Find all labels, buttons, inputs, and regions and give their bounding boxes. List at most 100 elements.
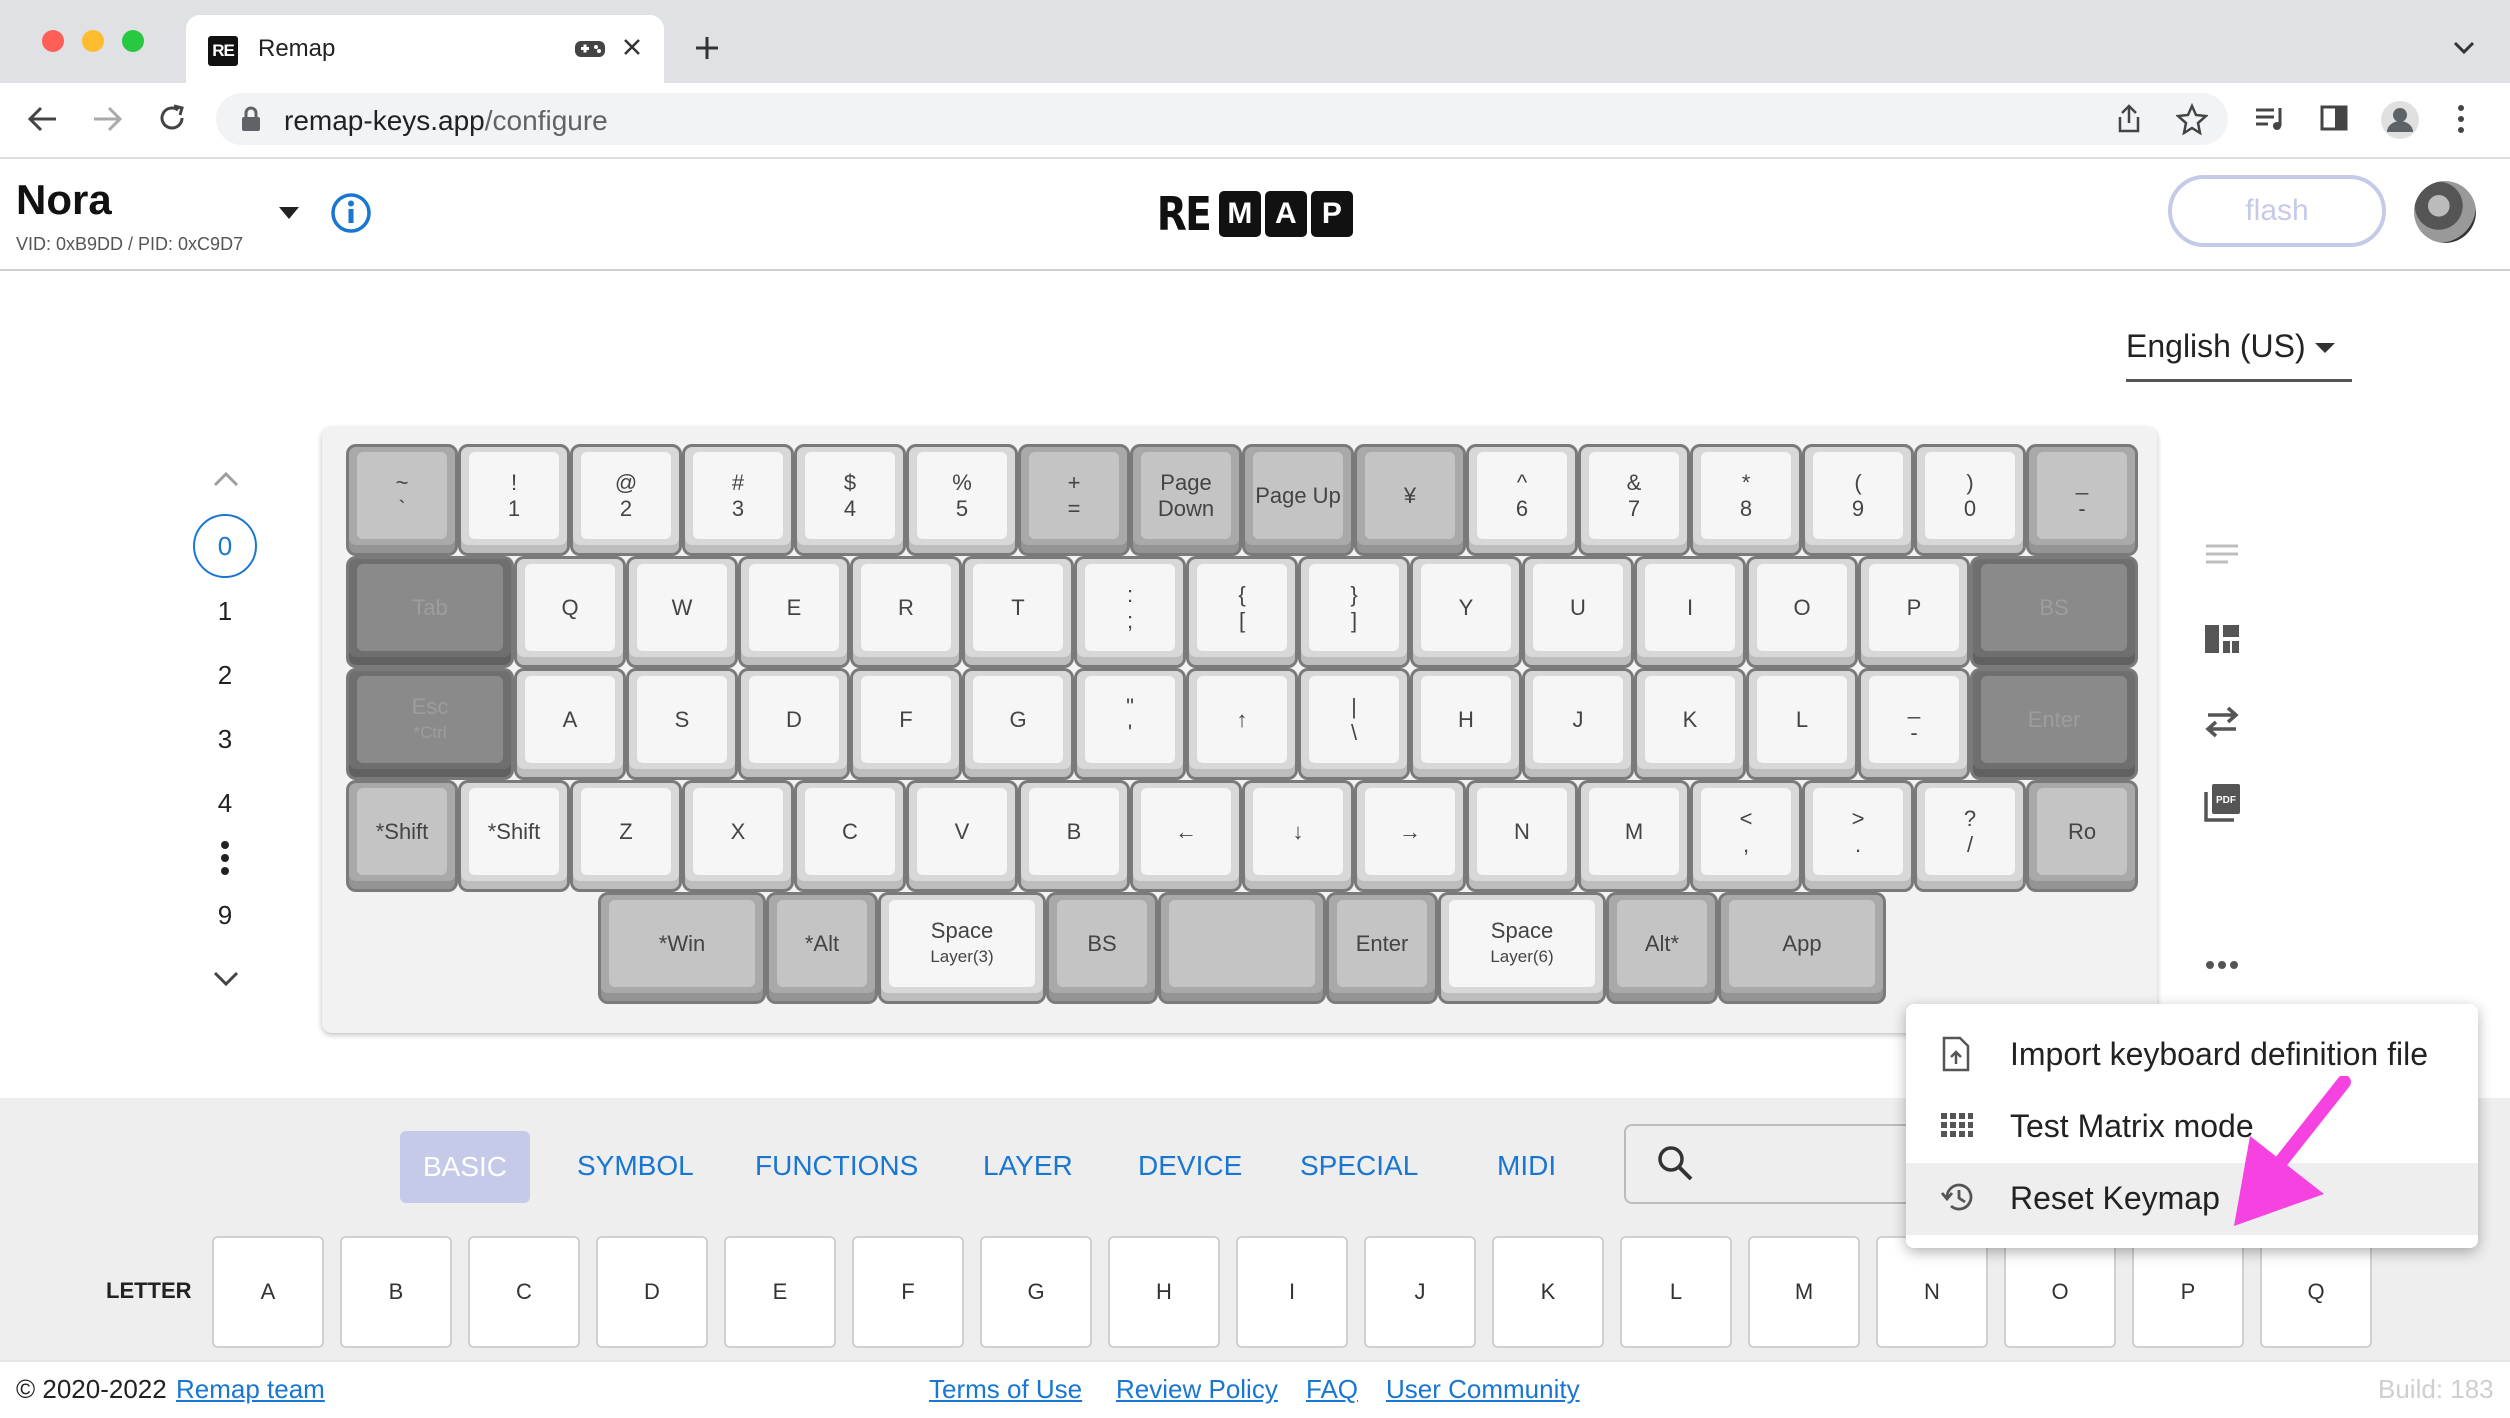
keyboard-key[interactable]: K	[1634, 668, 1746, 780]
keyboard-key[interactable]: * 8	[1690, 444, 1802, 556]
letter-key[interactable]: H	[1108, 1236, 1220, 1348]
keyboard-key[interactable]: H	[1410, 668, 1522, 780]
keyboard-key[interactable]: Y	[1410, 556, 1522, 668]
keyboard-key[interactable]: M	[1578, 780, 1690, 892]
keyboard-key[interactable]: BS	[1046, 892, 1158, 1004]
profile-icon[interactable]	[2380, 100, 2420, 140]
keyboard-key[interactable]: | \	[1298, 668, 1410, 780]
close-tab-icon[interactable]	[622, 37, 642, 57]
keyboard-key[interactable]: *Win	[598, 892, 766, 1004]
maximize-window-button[interactable]	[122, 30, 144, 52]
terms-of-use-link[interactable]: Terms of Use	[929, 1374, 1082, 1405]
keyboard-key[interactable]: #3	[682, 444, 794, 556]
keyboard-key[interactable]: Tab	[346, 556, 514, 668]
keyboard-key[interactable]: Enter	[1970, 668, 2138, 780]
keyboard-key[interactable]: Page Down	[1130, 444, 1242, 556]
keyboard-key[interactable]: →	[1354, 780, 1466, 892]
keyboard-key[interactable]: F	[850, 668, 962, 780]
reload-icon[interactable]	[156, 102, 188, 134]
layout-icon[interactable]	[2202, 622, 2242, 656]
new-tab-icon[interactable]	[694, 35, 720, 61]
keyboard-key[interactable]: BS	[1970, 556, 2138, 668]
keyboard-key[interactable]: W	[626, 556, 738, 668]
keyboard-key[interactable]: Alt*	[1606, 892, 1718, 1004]
layer-more-icon[interactable]	[219, 840, 231, 876]
media-controls-icon[interactable]	[2254, 106, 2286, 132]
back-arrow-icon[interactable]	[26, 104, 58, 134]
tab-midi[interactable]: MIDI	[1497, 1150, 1556, 1182]
keyboard-key[interactable]: <,	[1690, 780, 1802, 892]
letter-key[interactable]: E	[724, 1236, 836, 1348]
letter-key[interactable]: M	[1748, 1236, 1860, 1348]
flash-button[interactable]: flash	[2168, 175, 2386, 247]
layer-item-0[interactable]: 0	[193, 514, 257, 578]
close-window-button[interactable]	[42, 30, 64, 52]
letter-key[interactable]: I	[1236, 1236, 1348, 1348]
keyboard-key[interactable]: A	[514, 668, 626, 780]
info-icon[interactable]	[330, 192, 372, 234]
keyboard-key[interactable]: I	[1634, 556, 1746, 668]
keyboard-key[interactable]: }]	[1298, 556, 1410, 668]
keyboard-key[interactable]: ? /	[1914, 780, 2026, 892]
letter-key[interactable]: Q	[2260, 1236, 2372, 1348]
keyboard-key[interactable]: B	[1018, 780, 1130, 892]
keyboard-key[interactable]: U	[1522, 556, 1634, 668]
letter-key[interactable]: P	[2132, 1236, 2244, 1348]
side-panel-icon[interactable]	[2320, 104, 2348, 132]
menu-item-reset-keymap[interactable]: Reset Keymap	[2010, 1180, 2220, 1217]
forward-arrow-icon[interactable]	[92, 104, 124, 134]
keyboard-key[interactable]: O	[1746, 556, 1858, 668]
keyboard-key[interactable]: _ -	[1858, 668, 1970, 780]
keyboard-key[interactable]: X	[682, 780, 794, 892]
more-icon[interactable]	[2202, 958, 2242, 972]
avatar[interactable]	[2414, 181, 2476, 243]
letter-key[interactable]: A	[212, 1236, 324, 1348]
keyboard-key[interactable]: % 5	[906, 444, 1018, 556]
keyboard-key[interactable]: C	[794, 780, 906, 892]
keyboard-key[interactable]: Ro	[2026, 780, 2138, 892]
keyboard-key[interactable]: _ -	[2026, 444, 2138, 556]
tab-symbol[interactable]: SYMBOL	[577, 1150, 694, 1182]
keyboard-key[interactable]: " '	[1074, 668, 1186, 780]
keyboard-key[interactable]: @2	[570, 444, 682, 556]
keyboard-key[interactable]: P	[1858, 556, 1970, 668]
letter-key[interactable]: F	[852, 1236, 964, 1348]
keyboard-key[interactable]: Z	[570, 780, 682, 892]
letter-key[interactable]: O	[2004, 1236, 2116, 1348]
keyboard-key[interactable]: (9	[1802, 444, 1914, 556]
layer-up-icon[interactable]	[212, 470, 240, 488]
keyboard-key[interactable]: ↓	[1242, 780, 1354, 892]
keyboard-key[interactable]: T	[962, 556, 1074, 668]
swap-icon[interactable]	[2202, 704, 2242, 740]
letter-key[interactable]: D	[596, 1236, 708, 1348]
keyboard-key[interactable]: Q	[514, 556, 626, 668]
tab-functions[interactable]: FUNCTIONS	[755, 1150, 918, 1182]
keyboard-key[interactable]: G	[962, 668, 1074, 780]
keyboard-key[interactable]: R	[850, 556, 962, 668]
letter-key[interactable]: N	[1876, 1236, 1988, 1348]
tab-basic[interactable]: BASIC	[400, 1131, 530, 1203]
letter-key[interactable]: K	[1492, 1236, 1604, 1348]
keyboard-key[interactable]: ^ 6	[1466, 444, 1578, 556]
keyboard-key[interactable]: S	[626, 668, 738, 780]
menu-item-test-matrix[interactable]: Test Matrix mode	[2010, 1108, 2254, 1145]
keyboard-key[interactable]: *Alt	[766, 892, 878, 1004]
tab-special[interactable]: SPECIAL	[1300, 1150, 1418, 1182]
bookmark-star-icon[interactable]	[2176, 103, 2208, 135]
keyboard-key[interactable]: $4	[794, 444, 906, 556]
keyboard-key[interactable]: *Shift	[346, 780, 458, 892]
faq-link[interactable]: FAQ	[1306, 1374, 1358, 1405]
letter-key[interactable]: L	[1620, 1236, 1732, 1348]
layer-item-3[interactable]: 3	[200, 724, 250, 755]
letter-key[interactable]: C	[468, 1236, 580, 1348]
layer-item-1[interactable]: 1	[200, 596, 250, 627]
tab-device[interactable]: DEVICE	[1138, 1150, 1242, 1182]
url-text[interactable]: remap-keys.app/configure	[284, 105, 608, 137]
share-icon[interactable]	[2116, 104, 2142, 134]
letter-key[interactable]: J	[1364, 1236, 1476, 1348]
layer-item-9[interactable]: 9	[200, 900, 250, 931]
menu-item-import-definition[interactable]: Import keyboard definition file	[2010, 1036, 2428, 1073]
keyboard-key[interactable]: Enter	[1326, 892, 1438, 1004]
language-dropdown-icon[interactable]	[2314, 342, 2336, 354]
keyboard-key[interactable]: Esc *Ctrl	[346, 668, 514, 780]
